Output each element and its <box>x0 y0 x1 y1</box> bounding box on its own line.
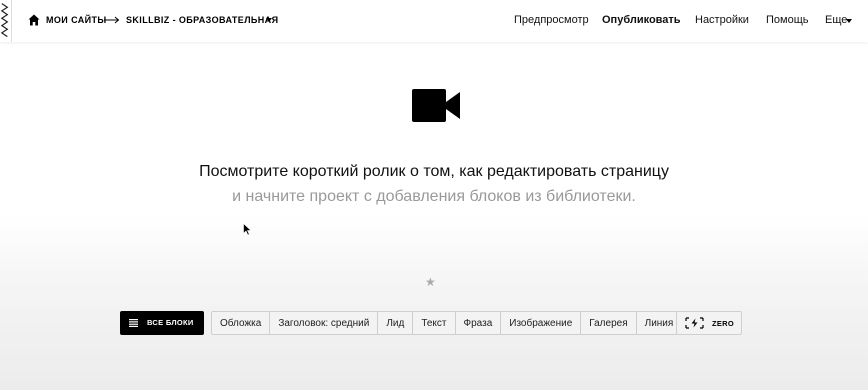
mouse-cursor-icon <box>243 223 252 236</box>
tag-cover[interactable]: Обложка <box>212 312 271 334</box>
page-headline: Посмотрите короткий ролик о том, как ред… <box>199 163 669 180</box>
video-camera-icon[interactable] <box>412 89 461 122</box>
breadcrumb-my-sites[interactable]: МОИ САЙТЫ <box>46 15 107 25</box>
arrow-right-icon <box>104 16 120 24</box>
top-bar: МОИ САЙТЫ SKILLBIZ - ОБРАЗОВАТЕЛЬНАЯ Пре… <box>0 0 868 42</box>
tag-gallery[interactable]: Галерея <box>581 312 637 334</box>
tag-image[interactable]: Изображение <box>501 312 582 334</box>
page-subline: и начните проект с добавления блоков из … <box>232 188 636 205</box>
more-chevron-down-icon[interactable] <box>846 19 852 23</box>
zero-block-icon <box>685 317 704 329</box>
breadcrumb-project[interactable]: SKILLBIZ - ОБРАЗОВАТЕЛЬНАЯ <box>126 15 278 25</box>
star-icon: ★ <box>425 275 436 289</box>
help-link[interactable]: Помощь <box>766 14 809 26</box>
tag-lead[interactable]: Лид <box>378 312 414 334</box>
chevron-down-icon[interactable] <box>266 18 272 22</box>
more-menu[interactable]: Еще <box>825 14 847 26</box>
zero-block-button[interactable]: ZERO <box>676 311 742 335</box>
tag-heading-medium[interactable]: Заголовок: средний <box>270 312 379 334</box>
zero-label: ZERO <box>712 319 735 328</box>
home-icon[interactable] <box>28 14 40 26</box>
preview-link[interactable]: Предпросмотр <box>514 14 589 26</box>
publish-link[interactable]: Опубликовать <box>602 14 681 26</box>
block-category-bar: Обложка Заголовок: средний Лид Текст Фра… <box>211 311 683 335</box>
list-icon <box>129 319 138 327</box>
tag-phrase[interactable]: Фраза <box>456 312 502 334</box>
menu-zigzag-icon[interactable] <box>0 0 12 42</box>
settings-link[interactable]: Настройки <box>695 14 749 26</box>
all-blocks-label: ВСЕ БЛОКИ <box>147 318 194 327</box>
tag-text[interactable]: Текст <box>413 312 456 334</box>
tag-line[interactable]: Линия <box>637 312 682 334</box>
all-blocks-button[interactable]: ВСЕ БЛОКИ <box>120 311 204 335</box>
